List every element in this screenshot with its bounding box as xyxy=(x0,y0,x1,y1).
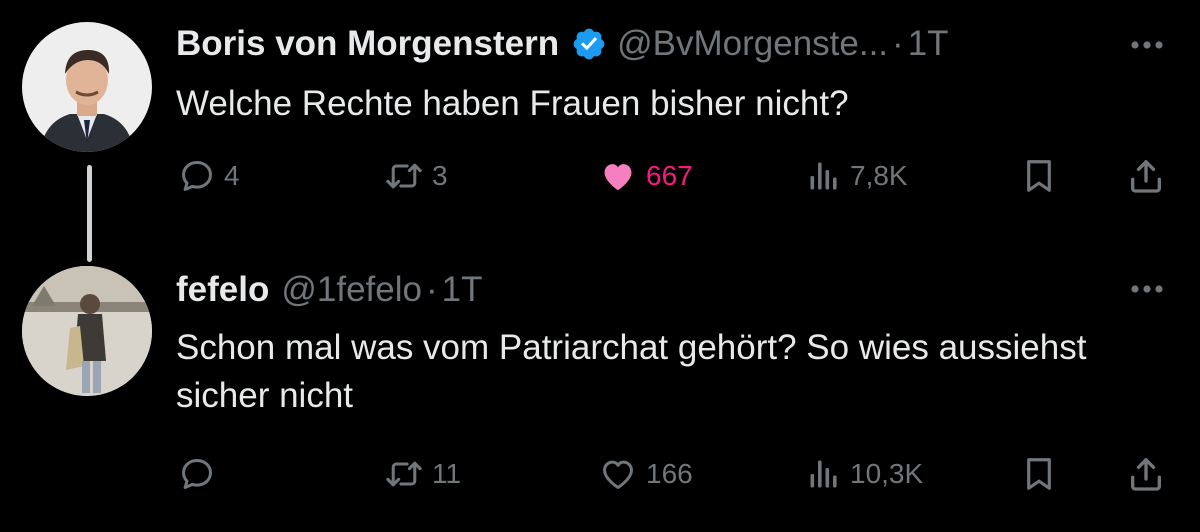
tweet-actions: 4 3 667 7,8K xyxy=(0,154,1200,198)
views-count: 7,8K xyxy=(850,160,908,191)
bookmark-icon xyxy=(1027,160,1051,192)
user-handle[interactable]: @BvMorgenste... xyxy=(617,24,888,64)
retweet-icon xyxy=(386,461,422,487)
avatar[interactable] xyxy=(22,266,152,396)
retweet-button[interactable]: 11 xyxy=(384,452,461,496)
timestamp[interactable]: 1T xyxy=(908,24,949,64)
share-button[interactable] xyxy=(1126,154,1166,198)
avatar-image-boris xyxy=(22,22,152,152)
like-count: 166 xyxy=(646,458,693,489)
tweet-text: Welche Rechte haben Frauen bisher nicht? xyxy=(176,84,849,123)
user-handle[interactable]: @1fefelo xyxy=(281,270,422,310)
views-bar-chart-icon xyxy=(810,162,837,190)
share-icon xyxy=(1131,160,1161,193)
reply-count: 4 xyxy=(224,160,240,191)
retweet-button[interactable]: 3 xyxy=(384,154,448,198)
share-button[interactable] xyxy=(1126,452,1166,496)
timestamp[interactable]: 1T xyxy=(442,270,483,310)
reply-button[interactable] xyxy=(178,452,216,496)
reply-bubble-icon xyxy=(182,459,212,489)
retweet-count: 3 xyxy=(432,160,448,191)
bookmark-icon xyxy=(1027,458,1051,490)
views-count: 10,3K xyxy=(850,458,924,489)
reply-header: fefelo @1fefelo · 1T xyxy=(176,270,483,310)
heart-icon xyxy=(603,460,633,489)
heart-icon xyxy=(604,164,632,191)
more-dots-icon[interactable] xyxy=(1130,284,1164,294)
display-name[interactable]: fefelo xyxy=(176,270,269,310)
reply-bubble-icon xyxy=(182,161,212,191)
avatar-image-fefelo xyxy=(22,266,152,396)
separator-dot: · xyxy=(892,24,904,63)
retweet-icon xyxy=(386,163,422,189)
display-name[interactable]: Boris von Morgenstern xyxy=(176,24,559,64)
retweet-count: 11 xyxy=(432,458,462,489)
avatar[interactable] xyxy=(22,22,152,152)
reply-actions: 11 166 10,3K xyxy=(0,452,1200,496)
views-button[interactable]: 10,3K xyxy=(806,452,923,496)
bookmark-button[interactable] xyxy=(1020,154,1058,198)
reply-text: Schon mal was vom Patriarchat gehört? So… xyxy=(176,328,1087,415)
verified-badge-icon xyxy=(573,28,605,60)
more-dots-icon[interactable] xyxy=(1130,40,1164,50)
like-button[interactable]: 667 xyxy=(598,154,693,198)
views-button[interactable]: 7,8K xyxy=(806,154,908,198)
separator-dot: · xyxy=(425,270,438,309)
reply-button[interactable]: 4 xyxy=(178,154,240,198)
like-button[interactable]: 166 xyxy=(598,452,693,496)
like-count: 667 xyxy=(646,160,693,191)
share-icon xyxy=(1131,458,1161,491)
bookmark-button[interactable] xyxy=(1020,452,1058,496)
tweet-header: Boris von Morgenstern @BvMorgenste... · … xyxy=(176,24,949,64)
views-bar-chart-icon xyxy=(810,460,837,488)
